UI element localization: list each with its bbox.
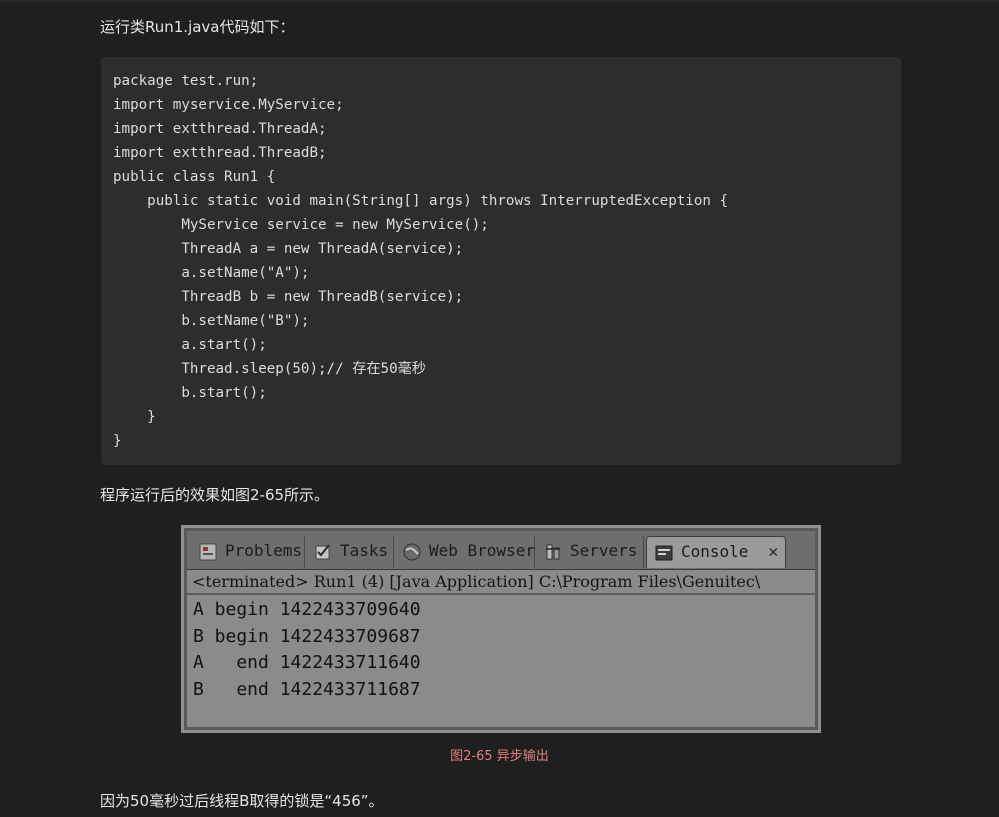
tab-label: Problems — [225, 541, 303, 560]
code-line: a.start(); — [113, 337, 267, 353]
output-line: A end 1422433711640 — [193, 652, 421, 673]
code-line: Thread.sleep(50);// 存在50毫秒 — [113, 361, 426, 377]
code-line: import extthread.ThreadA; — [113, 121, 327, 137]
tab-label: Servers — [570, 541, 638, 560]
code-line: import myservice.MyService; — [113, 97, 344, 113]
code-line: } — [113, 409, 156, 425]
output-line: B begin 1422433709687 — [193, 625, 421, 647]
tab-problems[interactable]: Problems — [191, 536, 305, 568]
result-paragraph: 程序运行后的效果如图2-65所示。 — [100, 486, 330, 504]
servers-icon — [546, 544, 560, 560]
tab-web-browser[interactable]: Web Browser — [395, 536, 535, 568]
problems-icon — [199, 543, 217, 561]
code-line: a.setName("A"); — [113, 265, 310, 281]
tab-label: Tasks — [340, 541, 389, 560]
console-tab-bar: Problems Tasks Web Browser Servers Conso… — [187, 531, 815, 570]
output-line: A begin 1422433709640 — [193, 599, 421, 620]
intro-paragraph: 运行类Run1.java代码如下： — [100, 18, 295, 36]
code-line: b.setName("B"); — [113, 313, 310, 329]
code-line: MyService service = new MyService(); — [113, 217, 489, 233]
tab-label: Console — [681, 542, 749, 561]
tab-console[interactable]: Console ✕ — [646, 536, 786, 568]
code-line: public class Run1 { — [113, 169, 276, 185]
globe-icon — [403, 543, 421, 561]
tab-tasks[interactable]: Tasks — [306, 536, 394, 568]
code-line: ThreadA a = new ThreadA(service); — [113, 241, 464, 257]
console-status: <terminated> Run1 (4) [Java Application]… — [187, 570, 815, 594]
close-icon[interactable]: ✕ — [768, 537, 778, 567]
console-screenshot: Problems Tasks Web Browser Servers Conso… — [181, 525, 821, 733]
code-line: ThreadB b = new ThreadB(service); — [113, 289, 464, 305]
code-block: package test.run; import myservice.MySer… — [101, 57, 901, 465]
code-line: public static void main(String[] args) t… — [113, 193, 728, 209]
top-divider — [0, 0, 999, 2]
tab-label: Web Browser — [429, 541, 535, 560]
console-output: A begin 1422433709640 B begin 1422433709… — [187, 595, 815, 727]
output-line: B end 1422433711687 — [193, 678, 421, 700]
console-icon — [655, 545, 673, 561]
code-line: package test.run; — [113, 73, 259, 89]
code-line: } — [113, 433, 122, 449]
tab-servers[interactable]: Servers — [536, 536, 644, 568]
figure-caption: 图2-65 异步输出 — [450, 749, 549, 764]
conclusion-paragraph: 因为50毫秒过后线程B取得的锁是“456”。 — [100, 792, 384, 810]
tasks-icon — [315, 544, 330, 560]
code-line: b.start(); — [113, 385, 267, 401]
code-line: import extthread.ThreadB; — [113, 145, 327, 161]
console-panel: Problems Tasks Web Browser Servers Conso… — [184, 528, 818, 730]
